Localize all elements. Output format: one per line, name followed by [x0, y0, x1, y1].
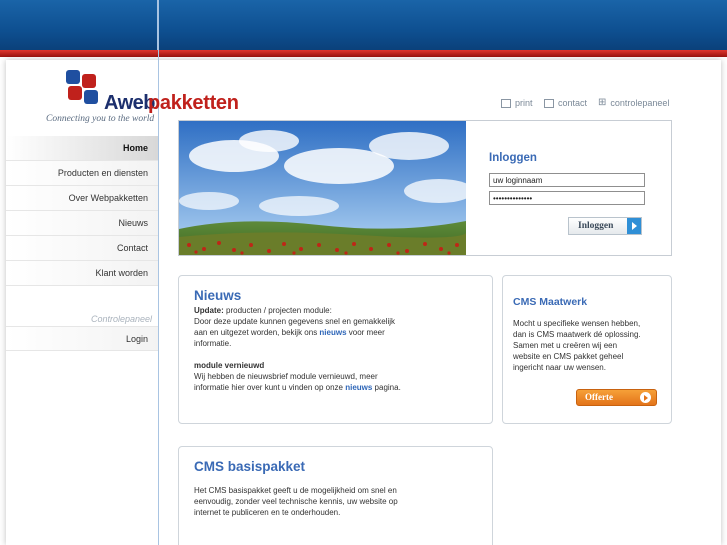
nav-section-controlepaneel: Controlepaneel — [90, 314, 152, 324]
username-input[interactable] — [489, 173, 645, 187]
landscape-image — [179, 121, 466, 255]
news-link-2[interactable]: nieuws — [345, 383, 372, 392]
basispakket-box: CMS basispakket Het CMS basispakket geef… — [178, 446, 493, 545]
news-line4: informatie. — [194, 339, 232, 348]
nav-over-webpakketten[interactable]: Over Webpakketten — [6, 186, 158, 211]
maatwerk-title: CMS Maatwerk — [513, 296, 588, 308]
nav-login[interactable]: Login — [6, 326, 158, 351]
print-label: print — [515, 98, 533, 108]
print-link[interactable]: print — [501, 98, 533, 108]
news-title: Nieuws — [194, 288, 242, 303]
header-bar — [0, 0, 727, 52]
header-red-stripe — [0, 50, 727, 57]
news-line3-end: voor meer — [346, 328, 385, 337]
contact-link[interactable]: contact — [544, 98, 587, 108]
hero-panel: Inloggen Inloggen — [178, 120, 672, 256]
logo-tagline: Connecting you to the world — [46, 114, 155, 124]
contact-label: contact — [558, 98, 588, 108]
news-module-title: module vernieuwd — [194, 361, 265, 370]
nav-producten-en-diensten[interactable]: Producten en diensten — [6, 161, 158, 186]
login-button[interactable]: Inloggen — [568, 217, 642, 235]
maatwerk-box: CMS Maatwerk Mocht u specifieke wensen h… — [502, 275, 672, 424]
maatwerk-line3: Samen met u creëren wij een — [513, 341, 618, 350]
arrow-circle-icon — [640, 392, 651, 403]
sitemap-icon: ⊞ — [598, 97, 607, 108]
news-line3: aan en uitgezet worden, bekijk ons — [194, 328, 320, 337]
logo-text-pakketten: pakketten — [148, 92, 239, 114]
login-title: Inloggen — [489, 152, 537, 164]
offerte-button-label: Offerte — [585, 392, 613, 402]
news-box: Nieuws Update: producten / projecten mod… — [178, 275, 493, 424]
controlepaneel-label: controlepaneel — [610, 97, 670, 108]
news-update-text: producten / projecten module: — [223, 306, 332, 315]
news-update-label: Update: — [194, 306, 224, 315]
maatwerk-line1: Mocht u specifieke wensen hebben, — [513, 319, 641, 328]
password-input[interactable] — [489, 191, 645, 205]
nav-klant-worden[interactable]: Klant worden — [6, 261, 158, 286]
maatwerk-line2: dan is CMS maatwerk dé oplossing. — [513, 330, 641, 339]
nav-nieuws[interactable]: Nieuws — [6, 211, 158, 236]
login-button-label: Inloggen — [578, 221, 614, 231]
maatwerk-line5: ingericht naar uw wensen. — [513, 363, 606, 372]
offerte-button[interactable]: Offerte — [576, 389, 657, 406]
site-logo[interactable]: Aweb pakketten Connecting you to the wor… — [46, 70, 258, 126]
basispakket-line3: internet te publiceren en te onderhouden… — [194, 508, 341, 517]
nav-home[interactable]: Home — [6, 136, 158, 161]
printer-icon — [501, 98, 511, 108]
news-line2: Door deze update kunnen gegevens snel en… — [194, 317, 396, 326]
basispakket-line2: eenvoudig, zonder veel technische kennis… — [194, 497, 398, 506]
nav-contact[interactable]: Contact — [6, 236, 158, 261]
news-module-line2: informatie hier over kunt u vinden op on… — [194, 383, 346, 392]
maatwerk-line4: website en CMS pakket geheel — [513, 352, 624, 361]
news-link-1[interactable]: nieuws — [319, 328, 346, 337]
basispakket-text: Het CMS basispakket geeft u de mogelijkh… — [194, 485, 484, 518]
arrow-right-icon — [627, 218, 641, 234]
news-module-line1: Wij hebben de nieuwsbrief module vernieu… — [194, 372, 378, 381]
basispakket-title: CMS basispakket — [194, 459, 306, 474]
envelope-icon — [544, 98, 554, 108]
news-update: Update: producten / projecten module: Do… — [194, 305, 484, 393]
news-module-line2-end: pagina. — [372, 383, 401, 392]
maatwerk-text: Mocht u specifieke wensen hebben, dan is… — [513, 318, 668, 373]
controlepaneel-link[interactable]: ⊞ controlepaneel — [598, 97, 669, 108]
basispakket-line1: Het CMS basispakket geeft u de mogelijkh… — [194, 486, 397, 495]
